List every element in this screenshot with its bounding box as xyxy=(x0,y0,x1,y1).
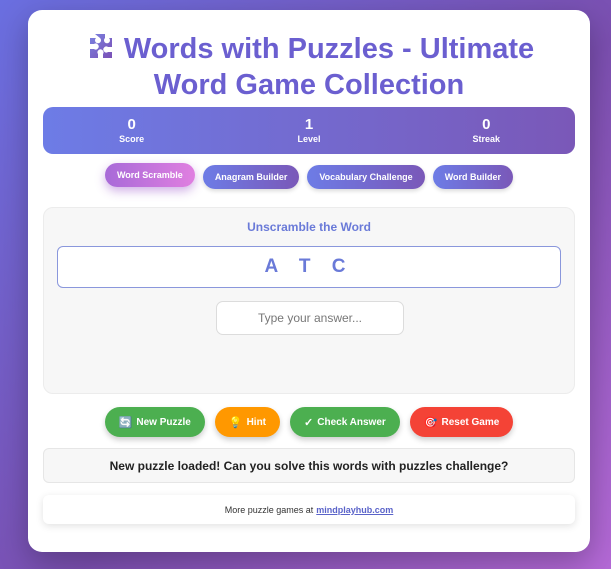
refresh-icon: 🔄 xyxy=(118,416,133,429)
scrambled-word-display: A T C xyxy=(57,246,561,288)
hint-button[interactable]: 💡 Hint xyxy=(214,407,281,437)
score-value: 0 xyxy=(127,115,136,133)
check-icon: ✓ xyxy=(304,416,314,429)
check-answer-label: Check Answer xyxy=(317,416,386,428)
stat-score: 0 Score xyxy=(72,115,192,145)
reset-game-button[interactable]: 🎯 Reset Game xyxy=(409,407,514,437)
tab-word-scramble[interactable]: Word Scramble xyxy=(104,163,195,187)
game-mode-tabs: Word Scramble Anagram Builder Vocabulary… xyxy=(28,163,590,191)
new-puzzle-button[interactable]: 🔄 New Puzzle xyxy=(104,407,205,437)
lightbulb-icon: 💡 xyxy=(228,416,243,429)
footer-text: More puzzle games at xyxy=(224,504,314,515)
check-answer-button[interactable]: ✓ Check Answer xyxy=(290,407,400,437)
tab-vocabulary-challenge[interactable]: Vocabulary Challenge xyxy=(307,165,425,189)
status-message: New puzzle loaded! Can you solve this wo… xyxy=(43,448,575,483)
footer-link[interactable]: mindplayhub.com xyxy=(316,505,393,515)
tab-anagram-builder[interactable]: Anagram Builder xyxy=(202,165,300,189)
action-buttons: 🔄 New Puzzle 💡 Hint ✓ Check Answer 🎯 Res… xyxy=(28,407,590,437)
puzzle-piece-icon xyxy=(89,34,112,58)
target-icon: 🎯 xyxy=(423,416,438,429)
streak-label: Streak xyxy=(472,133,501,144)
level-value: 1 xyxy=(304,115,314,133)
tab-word-builder[interactable]: Word Builder xyxy=(432,165,514,189)
new-puzzle-label: New Puzzle xyxy=(136,416,191,428)
game-area: Unscramble the Word A T C xyxy=(43,207,575,394)
score-label: Score xyxy=(119,133,145,144)
answer-input[interactable] xyxy=(216,301,404,335)
hint-label: Hint xyxy=(246,416,267,428)
page-title: Words with Puzzles - Ultimate Word Game … xyxy=(48,30,570,103)
game-heading: Unscramble the Word xyxy=(247,220,371,234)
streak-value: 0 xyxy=(482,115,491,133)
stat-streak: 0 Streak xyxy=(426,115,546,145)
game-card: Words with Puzzles - Ultimate Word Game … xyxy=(28,10,590,552)
page-title-text: Words with Puzzles - Ultimate Word Game … xyxy=(123,33,535,101)
footer: More puzzle games at mindplayhub.com xyxy=(43,495,575,524)
stats-bar: 0 Score 1 Level 0 Streak xyxy=(43,107,575,154)
stat-level: 1 Level xyxy=(249,115,369,145)
level-label: Level xyxy=(297,133,321,144)
reset-game-label: Reset Game xyxy=(441,416,500,428)
